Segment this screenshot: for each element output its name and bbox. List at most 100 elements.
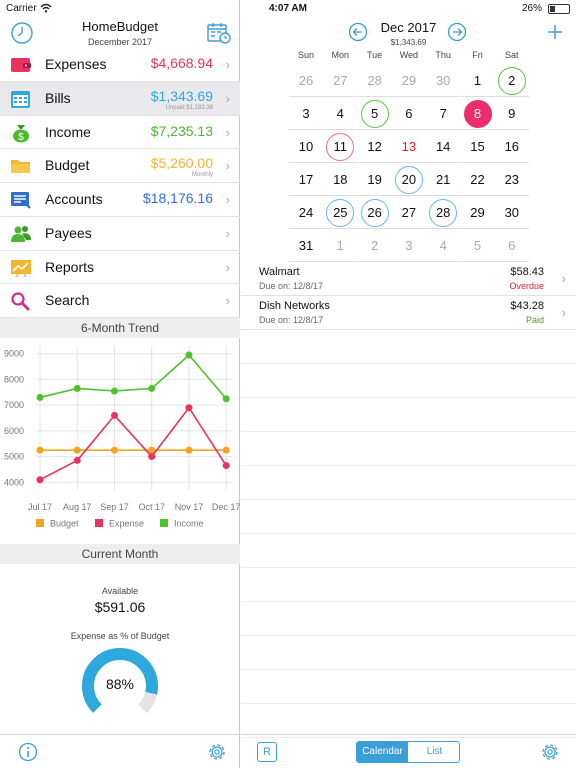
gear-icon xyxy=(209,744,225,760)
calendar-day[interactable]: 31 xyxy=(289,229,323,262)
calendar-day[interactable]: 21 xyxy=(426,163,461,196)
data-point-income xyxy=(73,384,81,392)
calendar-day[interactable]: 2 xyxy=(357,229,392,262)
day-number: 4 xyxy=(336,106,344,121)
calendar-day[interactable]: 19 xyxy=(357,163,392,196)
menu-item-accounts[interactable]: Accounts $18,176.16 › xyxy=(0,183,240,217)
calendar-day[interactable]: 1 xyxy=(323,229,358,262)
wallet-icon xyxy=(10,55,32,75)
day-number: 15 xyxy=(470,139,485,154)
money-bag-icon: $ xyxy=(10,123,32,143)
calendar-day[interactable]: 28 xyxy=(426,196,461,229)
calendar-day[interactable]: 14 xyxy=(426,130,461,163)
data-point-budget xyxy=(110,446,118,454)
data-point-expense xyxy=(110,411,118,419)
empty-row xyxy=(241,602,576,636)
next-month-button[interactable] xyxy=(447,22,467,42)
menu-item-income[interactable]: $ Income $7,235.13 › xyxy=(0,116,240,150)
calendar-day[interactable]: 28 xyxy=(357,64,392,97)
day-number: 27 xyxy=(333,73,348,88)
bill-row[interactable]: Dish Networks Due on: 12/8/17 $43.28 Pai… xyxy=(241,296,576,330)
calendar-day[interactable]: 29 xyxy=(391,64,426,97)
calendar-day[interactable]: 6 xyxy=(391,97,426,130)
calendar-clock-icon xyxy=(207,23,231,44)
info-button[interactable] xyxy=(18,742,38,762)
calendar-day[interactable]: 20 xyxy=(391,163,426,196)
calendar-day[interactable]: 26 xyxy=(357,196,392,229)
menu-label: Accounts xyxy=(45,191,103,207)
day-number: 17 xyxy=(298,172,314,187)
calendar-day[interactable]: 25 xyxy=(323,196,358,229)
tab-calendar[interactable]: Calendar xyxy=(357,742,408,762)
calendar-day[interactable]: 8 xyxy=(460,97,495,130)
calendar-day[interactable]: 24 xyxy=(289,196,323,229)
calendar-day[interactable]: 26 xyxy=(289,64,323,97)
chevron-right-icon: › xyxy=(225,124,230,140)
add-bill-button[interactable] xyxy=(545,22,565,42)
calendar-day[interactable]: 7 xyxy=(426,97,461,130)
calendar-icon xyxy=(10,89,32,109)
data-point-budget xyxy=(185,446,193,454)
menu-label: Bills xyxy=(45,89,71,106)
calendar-day[interactable]: 23 xyxy=(494,163,529,196)
view-segmented-control: Calendar List xyxy=(356,741,460,763)
settings-button[interactable] xyxy=(206,741,228,763)
calendar-day[interactable]: 29 xyxy=(460,196,495,229)
calendar-day[interactable]: 2 xyxy=(494,64,529,97)
menu-item-budget[interactable]: Budget $5,260.00 Monthly › xyxy=(0,149,240,183)
menu-label: Income xyxy=(45,123,91,140)
menu-item-reports[interactable]: Reports › xyxy=(0,251,240,285)
calendar-clock-button[interactable] xyxy=(206,20,231,44)
calendar-day[interactable]: 5 xyxy=(357,97,392,130)
calendar-day[interactable]: 9 xyxy=(494,97,529,130)
weekday-label: Mon xyxy=(331,50,350,60)
right-toolbar: R Calendar List xyxy=(241,734,576,768)
legend-label: Income xyxy=(174,519,204,529)
menu-item-payees[interactable]: Payees › xyxy=(0,217,240,251)
chevron-right-icon: › xyxy=(225,225,230,241)
day-number: 16 xyxy=(504,139,520,154)
calendar-day[interactable]: 18 xyxy=(323,163,358,196)
data-point-expense xyxy=(185,404,193,412)
calendar-day[interactable]: 17 xyxy=(289,163,323,196)
trend-chart[interactable]: 4000 5000 6000 7000 8000 9000 Jul 17 Aug 17 Sep … xyxy=(0,338,240,543)
settings-button[interactable] xyxy=(539,741,561,763)
day-number: 26 xyxy=(298,73,314,88)
day-number: 31 xyxy=(298,238,314,253)
calendar-day[interactable]: 4 xyxy=(426,229,461,262)
calendar-day[interactable]: 10 xyxy=(289,130,323,163)
info-icon xyxy=(18,742,38,762)
tab-list[interactable]: List xyxy=(409,742,459,762)
menu-label: Payees xyxy=(45,224,92,241)
calendar-day[interactable]: 11 xyxy=(323,130,358,163)
calendar-day[interactable]: 30 xyxy=(494,196,529,229)
calendar-day[interactable]: 6 xyxy=(494,229,529,262)
arrow-right-icon xyxy=(447,22,467,42)
calendar-day[interactable]: 1 xyxy=(460,64,495,97)
day-number: 30 xyxy=(435,73,451,88)
calendar-day[interactable]: 4 xyxy=(323,97,358,130)
recurring-button[interactable]: R xyxy=(257,742,277,762)
calendar-day[interactable]: 16 xyxy=(494,130,529,163)
data-point-income xyxy=(36,393,44,401)
bill-row[interactable]: Walmart Due on: 12/8/17 $58.43 Overdue › xyxy=(241,262,576,296)
calendar-day[interactable]: 3 xyxy=(391,229,426,262)
calendar-day[interactable]: 27 xyxy=(323,64,358,97)
empty-row xyxy=(241,636,576,670)
day-number: 3 xyxy=(302,106,310,121)
menu-item-expenses[interactable]: Expenses $4,668.94 › xyxy=(0,48,240,82)
calendar-day[interactable]: 12 xyxy=(357,130,392,163)
menu-item-bills[interactable]: Bills $1,343.69 Unpaid $1,182.38 › xyxy=(0,81,240,116)
legend-label: Budget xyxy=(50,519,79,529)
calendar-day[interactable]: 15 xyxy=(460,130,495,163)
calendar-day[interactable]: 30 xyxy=(426,64,461,97)
calendar-day[interactable]: 3 xyxy=(289,97,323,130)
menu-item-search[interactable]: Search › xyxy=(0,284,240,318)
calendar-day[interactable]: 5 xyxy=(460,229,495,262)
calendar-day[interactable]: 13 xyxy=(391,130,426,163)
calendar-day[interactable]: 27 xyxy=(391,196,426,229)
y-tick-label: 5000 xyxy=(4,452,24,462)
day-number: 23 xyxy=(504,172,520,187)
day-number: 29 xyxy=(401,73,417,88)
calendar-day[interactable]: 22 xyxy=(460,163,495,196)
